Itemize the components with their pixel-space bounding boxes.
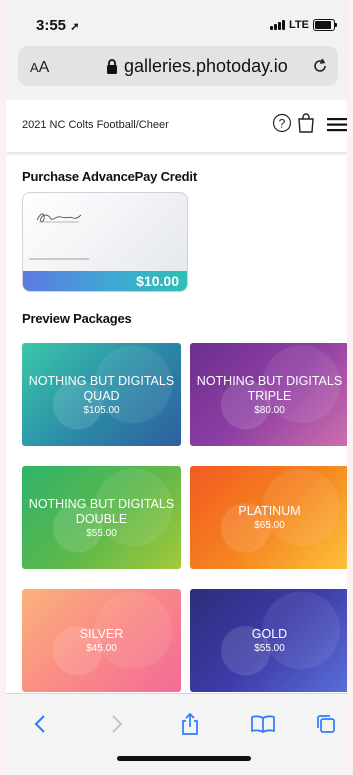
signal-icon <box>270 20 286 30</box>
bookmarks-button[interactable] <box>249 710 277 738</box>
package-name: PLATINUM <box>238 504 301 518</box>
advancepay-heading: Purchase AdvancePay Credit <box>22 169 197 184</box>
package-price: $105.00 <box>83 404 120 416</box>
package-name: NOTHING BUT DIGITALS <box>196 373 343 388</box>
browser-toolbar <box>6 693 347 775</box>
status-bar: 3:55 ➚ LTE <box>6 0 347 38</box>
package-card-triple[interactable]: NOTHING BUT DIGITALS TRIPLE $80.00 <box>190 343 347 446</box>
location-arrow-icon: ➚ <box>70 21 80 33</box>
package-name: TRIPLE <box>247 388 292 403</box>
hamburger-menu-icon[interactable] <box>327 118 347 132</box>
advancepay-credit-card[interactable]: $10.00 <box>22 192 188 292</box>
site-header: 2021 NC Colts Football/Cheer ? <box>6 100 347 152</box>
url-text: galleries.photoday.io <box>124 56 288 76</box>
phone-screen: 3:55 ➚ LTE AA galleries.photoday.io 2021… <box>6 0 347 775</box>
url-field[interactable]: galleries.photoday.io <box>106 56 288 77</box>
svg-text:?: ? <box>279 117 286 131</box>
package-name: QUAD <box>83 388 120 403</box>
book-icon <box>251 715 275 734</box>
package-price: $45.00 <box>86 643 117 654</box>
package-price: $65.00 <box>254 520 285 531</box>
gallery-title: 2021 NC Colts Football/Cheer <box>22 119 169 131</box>
package-price: $80.00 <box>254 404 285 416</box>
network-label: LTE <box>289 19 309 31</box>
reload-icon[interactable] <box>310 56 330 76</box>
card-fine-print <box>29 258 89 260</box>
browser-address-area: AA galleries.photoday.io <box>6 38 347 100</box>
lock-icon <box>107 59 117 74</box>
package-name: NOTHING BUT DIGITALS <box>28 496 175 511</box>
help-icon[interactable]: ? <box>272 113 292 133</box>
tabs-button[interactable] <box>312 710 340 738</box>
package-name: DOUBLE <box>75 511 128 526</box>
chevron-right-icon <box>112 715 123 733</box>
status-time: 3:55 ➚ <box>36 17 80 34</box>
forward-button[interactable] <box>103 710 131 738</box>
tabs-icon <box>317 715 335 733</box>
package-name: NOTHING BUT DIGITALS <box>28 373 175 388</box>
advancepay-price: $10.00 <box>136 273 179 289</box>
package-card-silver[interactable]: SILVER $45.00 <box>22 589 181 692</box>
home-indicator[interactable] <box>117 756 251 761</box>
back-button[interactable] <box>26 710 54 738</box>
packages-heading: Preview Packages <box>22 311 132 326</box>
package-price: $55.00 <box>254 643 285 654</box>
package-name: SILVER <box>79 627 124 641</box>
package-card-gold[interactable]: GOLD $55.00 <box>190 589 347 692</box>
status-right: LTE <box>270 19 337 31</box>
share-icon <box>182 712 198 735</box>
battery-icon <box>313 19 337 31</box>
text-size-button[interactable]: AA <box>30 59 49 77</box>
signature-logo <box>36 213 82 223</box>
chevron-left-icon <box>34 715 45 733</box>
address-bar[interactable]: AA galleries.photoday.io <box>18 46 338 86</box>
package-name: GOLD <box>251 627 288 641</box>
package-card-platinum[interactable]: PLATINUM $65.00 <box>190 466 347 569</box>
cart-icon[interactable] <box>297 113 315 133</box>
package-price: $55.00 <box>86 527 117 539</box>
share-button[interactable] <box>176 710 204 738</box>
package-card-quad[interactable]: NOTHING BUT DIGITALS QUAD $105.00 <box>22 343 181 446</box>
package-card-double[interactable]: NOTHING BUT DIGITALS DOUBLE $55.00 <box>22 466 181 569</box>
